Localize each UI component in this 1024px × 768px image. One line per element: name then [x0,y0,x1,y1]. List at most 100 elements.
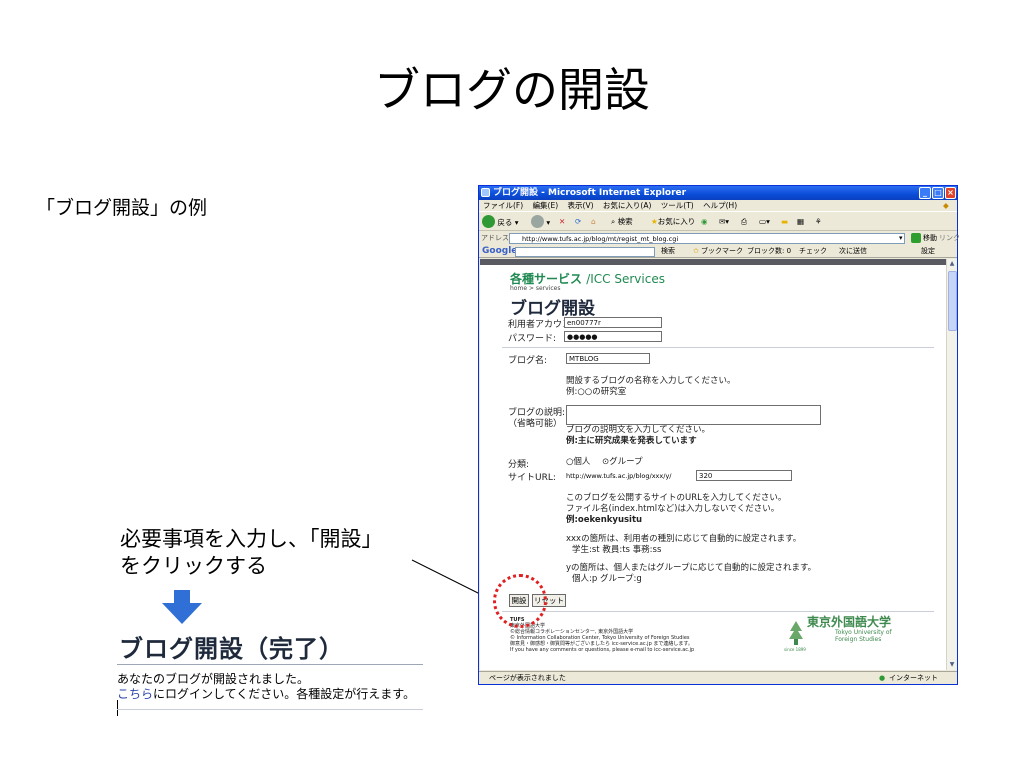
close-button[interactable]: × [945,187,956,199]
back-button[interactable]: 戻る ▾ [482,215,519,229]
siteurl-help-1: このブログを公開するサイトのURLを入力してください。 [566,493,787,503]
send-to[interactable]: 次に送信 [839,245,867,258]
blogname-example: 例:○○の研究室 [566,387,627,397]
login-link[interactable]: こちら [117,687,153,701]
menu-file[interactable]: ファイル(F) [483,201,523,210]
standard-toolbar: 戻る ▾ ▾ ✕ ⟳ ⌂ ⌕ 検索 ★お気に入り ◉ ✉▾ ⎙ ▭▾ ▬ ▦ ⚘ [479,211,957,231]
search-button[interactable]: ⌕ 検索 [611,215,633,229]
go-button-label[interactable]: 移動 [923,231,937,245]
minimize-button[interactable]: _ [919,187,931,199]
desc-textarea[interactable] [566,405,821,425]
vertical-scrollbar[interactable]: ▲ ▼ [946,259,957,670]
google-search-input[interactable] [515,247,655,257]
xxx-help-2: 学生:st 教員:ts 事務:ss [572,545,662,555]
research-icon[interactable]: ⚘ [815,215,822,229]
breadcrumb[interactable]: home > services [510,285,560,292]
address-input[interactable]: http://www.tufs.ac.jp/blog/mt/regist_mt_… [509,233,905,244]
instruction-line-1: 必要事項を入力し、「開設」 [120,527,383,551]
desc-optional-label: （省略可能） [508,419,563,429]
done-line-2-rest: にログインしてください。各種設定が行えます。 [153,687,416,701]
password-input[interactable]: ●●●●● [564,331,662,342]
radio-group[interactable]: ⊙グループ [602,457,643,468]
menu-view[interactable]: 表示(V) [568,201,594,210]
divider [117,664,423,665]
stop-icon[interactable]: ✕ [559,215,565,229]
univ-name-en: Tokyo University of Foreign Studies [835,629,892,643]
forward-arrow-icon [531,215,544,228]
tufs-tree-logo-icon [789,621,803,645]
done-line-2: こちらにログインしてください。各種設定が行えます。 [117,687,427,702]
siteurl-help-2: ファイル名(index.htmlなど)は入力しないでください。 [566,504,780,514]
print-icon[interactable]: ⎙ [741,215,747,229]
blogname-help: 開設するブログの名称を入力してください。 [566,376,736,386]
windows-flag-icon: ◆ [943,201,949,210]
scroll-thumb[interactable] [948,271,957,331]
category-label: 分類: [508,460,530,470]
done-message: あなたのブログが開設されました。 こちらにログインしてください。各種設定が行えま… [117,672,427,702]
text-caret [117,700,118,716]
footer-contact-en: If you have any comments or questions, p… [510,647,695,653]
menu-help[interactable]: ヘルプ(H) [703,201,737,210]
star-icon: ★ [651,217,658,226]
window-titlebar[interactable]: ブログ開設 - Microsoft Internet Explorer _ □ … [479,186,957,200]
siteurl-input[interactable]: 320 [696,470,792,481]
messenger-icon[interactable]: ▦ [797,215,804,229]
password-label: パスワード: [508,334,557,344]
address-dropdown-icon[interactable]: ▾ [899,231,903,245]
favorites-button[interactable]: ★お気に入り [651,215,695,229]
siteurl-label: サイトURL: [508,473,556,483]
menu-edit[interactable]: 編集(E) [533,201,559,210]
google-search-button[interactable]: 検索 [661,245,675,258]
go-arrow-icon[interactable] [911,233,921,243]
history-icon[interactable]: ◉ [701,215,708,229]
menu-favorites[interactable]: お気に入り(A) [603,201,651,210]
status-text: ページが表示されました [489,674,566,682]
edit-icon[interactable]: ▭▾ [759,215,770,229]
google-bookmarks[interactable]: ブックマーク [701,245,743,258]
blogname-input[interactable]: MTBLOG [566,353,650,364]
menu-tools[interactable]: ツール(T) [661,201,694,210]
highlight-circle [493,574,547,628]
links-label[interactable]: リンク [939,231,960,245]
slide-title: ブログの開設 [374,63,650,117]
divider [502,611,934,612]
globe-icon: ● [879,674,886,682]
scroll-down-icon[interactable]: ▼ [947,660,957,670]
y-help-1: yの箇所は、個人またはグループに応じて自動的に設定されます。 [566,563,817,573]
scroll-up-icon[interactable]: ▲ [947,259,957,269]
folder-icon[interactable]: ▬ [781,215,788,229]
page-heading: ブログ開設 [510,299,595,319]
mail-icon[interactable]: ✉▾ [719,215,729,229]
page-content: 各種サービス /ICC Services home > services ブログ… [480,259,946,670]
blogname-label: ブログ名: [508,356,548,366]
refresh-icon[interactable]: ⟳ [575,215,581,229]
bookmark-star-icon: ✩ [693,247,699,255]
page-banner [480,259,946,265]
xxx-help-1: xxxの箇所は、利用者の種別に応じて自動的に設定されます。 [566,534,802,544]
y-help-2: 個人:p グループ:g [572,574,642,584]
status-bar: ページが表示されました ● インターネット [479,671,957,684]
back-arrow-icon [482,215,495,228]
univ-name: 東京外国語大学 [807,615,892,629]
slide-subtitle: 「ブログ開設」の例 [36,197,208,219]
desc-example: 例:主に研究成果を発表しています [566,436,697,446]
instruction-text: 必要事項を入力し、「開設」 をクリックする [120,526,383,580]
forward-button[interactable]: ▾ [531,215,550,229]
google-settings[interactable]: 設定 [921,245,935,258]
siteurl-example: 例:oekenkyusitu [566,515,643,525]
done-title: ブログ開設（完了） [119,635,344,663]
google-logo: Google [482,246,518,256]
window-title: ブログ開設 - Microsoft Internet Explorer [493,188,687,198]
maximize-button[interactable]: □ [932,187,944,199]
radio-personal[interactable]: ○個人 [566,457,590,468]
desc-help: ブログの説明文を入力してください。 [566,425,710,435]
account-input[interactable]: en00777r [564,317,662,328]
ie-icon [481,188,490,197]
home-icon[interactable]: ⌂ [591,215,596,229]
popup-blocked[interactable]: ブロック数: 0 [747,245,791,258]
instruction-line-2: をクリックする [120,554,267,578]
divider [502,347,934,348]
univ-since: since 1899 [784,647,806,652]
arrow-down-icon [162,590,202,624]
spell-check[interactable]: チェック [799,245,827,258]
